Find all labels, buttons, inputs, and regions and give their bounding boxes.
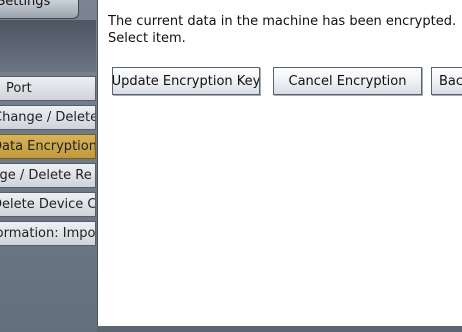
cancel-encryption-button[interactable]: Cancel Encryption [273, 67, 422, 95]
left-menu-item-port[interactable]: Port [0, 76, 96, 101]
update-encryption-key-button[interactable]: Update Encryption Key [112, 67, 260, 95]
left-menu-item-delete-device[interactable]: Delete Device C [0, 192, 96, 217]
encryption-dialog: The current data in the machine has been… [97, 0, 462, 326]
left-menu-item-change-delete-re[interactable]: Change / Delete Re [0, 163, 96, 188]
left-menu-list: Port Change / Delete Data Encryption Cha… [0, 76, 96, 250]
left-menu-item-label: Information: Impor [0, 226, 96, 241]
left-menu-item-label: Delete Device C [0, 197, 96, 212]
back-button[interactable]: Back [431, 67, 462, 95]
bottom-bar [97, 326, 462, 332]
left-menu-item-label: Change / Delete [0, 110, 96, 125]
left-menu-item-label: Data Encryption [0, 139, 96, 154]
dialog-message-line-1: The current data in the machine has been… [108, 14, 457, 29]
left-menu-item-change-delete[interactable]: Change / Delete [0, 105, 96, 130]
dialog-message: The current data in the machine has been… [108, 13, 456, 47]
left-menu-item-information-import[interactable]: Information: Impor [0, 221, 96, 246]
dialog-message-line-2: Select item. [108, 31, 186, 46]
settings-tab[interactable]: Settings [0, 0, 79, 19]
left-menu-item-label: Port [6, 81, 32, 96]
left-menu-item-data-encryption[interactable]: Data Encryption [0, 134, 96, 159]
left-panel-header-area [0, 20, 96, 72]
settings-tab-label: Settings [0, 0, 51, 9]
left-panel: Settings Port Change / Delete Data Encry… [0, 0, 100, 332]
left-menu-item-label: Change / Delete Re [0, 168, 92, 183]
